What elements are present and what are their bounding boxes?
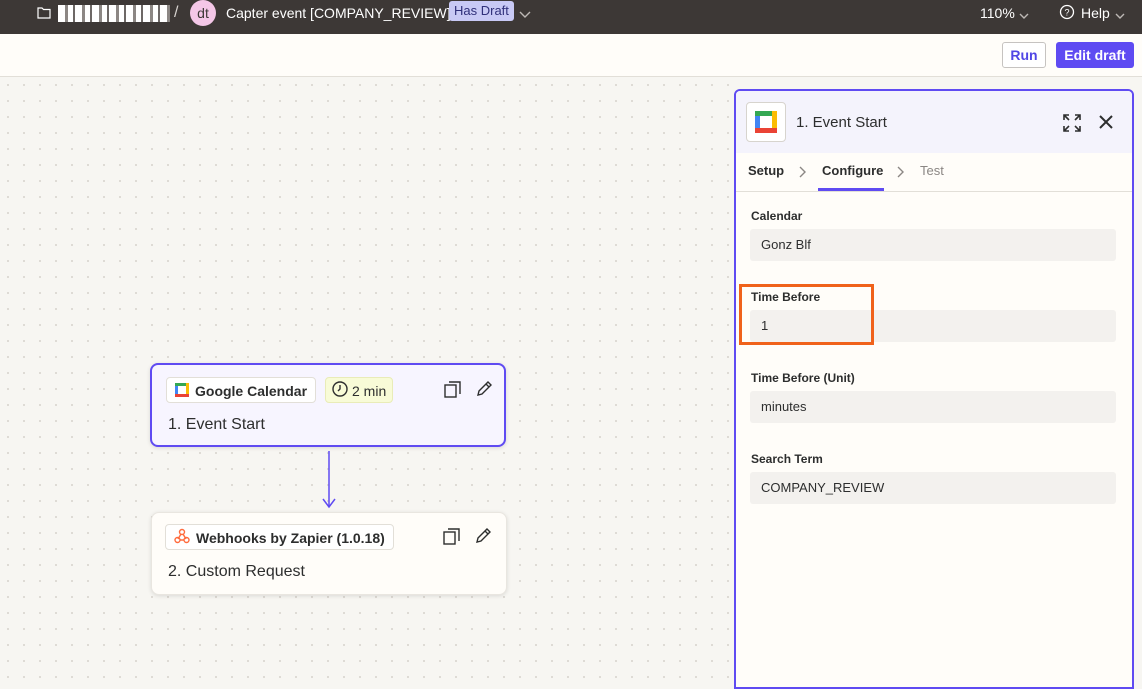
time-before-unit-label: Time Before (Unit) bbox=[751, 371, 855, 385]
step-title: 1. Event Start bbox=[168, 416, 265, 433]
tab-test[interactable]: Test bbox=[920, 163, 944, 178]
time-before-label: Time Before bbox=[751, 290, 821, 304]
zoom-chevron-down-icon[interactable] bbox=[1019, 7, 1029, 25]
chevron-right-icon bbox=[897, 165, 905, 183]
app-name: Webhooks by Zapier (1.0.18) bbox=[196, 530, 385, 546]
avatar[interactable]: dt bbox=[190, 0, 216, 26]
step-node-action[interactable]: Webhooks by Zapier (1.0.18) 2. Custom Re… bbox=[151, 512, 507, 595]
clock-icon bbox=[332, 379, 348, 405]
close-icon[interactable] bbox=[1099, 115, 1113, 134]
breadcrumb-separator: / bbox=[174, 4, 179, 21]
tab-configure[interactable]: Configure bbox=[822, 163, 883, 178]
time-before-field[interactable]: 1 bbox=[750, 310, 1116, 342]
draft-status-badge: Has Draft bbox=[449, 1, 514, 21]
schedule-badge: 2 min bbox=[325, 377, 394, 405]
panel-header: 1. Event Start bbox=[736, 91, 1132, 153]
chevron-right-icon bbox=[799, 165, 807, 183]
search-term-label: Search Term bbox=[751, 452, 823, 466]
google-calendar-icon bbox=[746, 102, 786, 142]
copy-icon[interactable] bbox=[443, 528, 460, 550]
top-bar: / dt Capter event [COMPANY_REVIEW] Has D… bbox=[0, 0, 1142, 34]
app-name: Google Calendar bbox=[195, 383, 308, 399]
tab-setup[interactable]: Setup bbox=[748, 163, 784, 178]
svg-text:?: ? bbox=[1064, 8, 1069, 18]
webhooks-icon bbox=[174, 526, 190, 552]
zoom-level[interactable]: 110% bbox=[980, 5, 1015, 21]
folder-breadcrumb-redacted[interactable] bbox=[58, 5, 170, 22]
time-before-unit-field[interactable]: minutes bbox=[750, 391, 1116, 423]
app-chip-google-calendar: Google Calendar bbox=[166, 377, 317, 405]
help-chevron-down-icon[interactable] bbox=[1115, 7, 1125, 25]
schedule-time: 2 min bbox=[352, 383, 387, 399]
calendar-label: Calendar bbox=[751, 209, 803, 223]
help-menu[interactable]: Help bbox=[1081, 5, 1110, 21]
chevron-down-icon[interactable] bbox=[519, 6, 531, 24]
connector-arrow bbox=[322, 451, 336, 516]
active-tab-indicator bbox=[818, 188, 884, 191]
app-chip-webhooks: Webhooks by Zapier (1.0.18) bbox=[165, 524, 394, 550]
step-node-trigger[interactable]: Google Calendar 2 min 1. Event Start bbox=[150, 363, 506, 447]
editor-toolbar: Run Edit draft bbox=[0, 34, 1142, 77]
edit-draft-button[interactable]: Edit draft bbox=[1056, 42, 1134, 68]
step-title: 2. Custom Request bbox=[168, 563, 305, 580]
zap-name[interactable]: Capter event [COMPANY_REVIEW] bbox=[226, 5, 451, 21]
panel-tabs: Setup Configure Test bbox=[736, 153, 1132, 192]
copy-icon[interactable] bbox=[444, 381, 461, 403]
panel-title: 1. Event Start bbox=[796, 114, 887, 131]
folder-icon[interactable] bbox=[37, 6, 51, 24]
help-icon[interactable]: ? bbox=[1059, 4, 1075, 25]
step-config-panel: 1. Event Start Setup Configure Test Cale… bbox=[734, 89, 1134, 689]
search-term-field[interactable]: COMPANY_REVIEW bbox=[750, 472, 1116, 504]
expand-icon[interactable] bbox=[1062, 113, 1082, 138]
edit-pencil-icon[interactable] bbox=[475, 527, 492, 549]
run-button[interactable]: Run bbox=[1002, 42, 1046, 68]
calendar-field[interactable]: Gonz Blf bbox=[750, 229, 1116, 261]
google-calendar-icon bbox=[175, 379, 189, 405]
edit-pencil-icon[interactable] bbox=[476, 380, 493, 402]
